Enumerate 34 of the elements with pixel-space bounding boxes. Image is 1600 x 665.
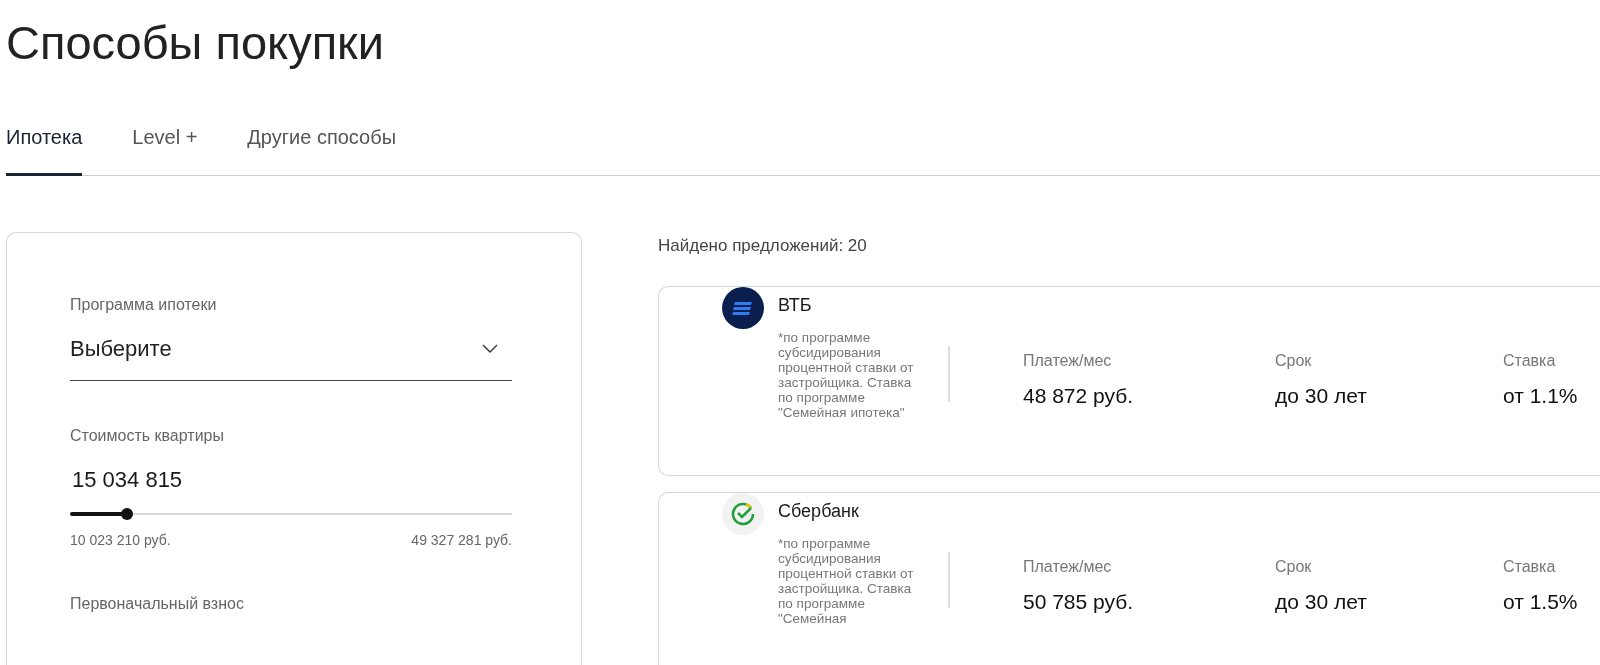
payment-value: 50 785 руб. <box>1023 590 1135 614</box>
offer-note: *по программе субсидирования процентной ставки от застройщика. Ставка по программе "Семейная ипотека" <box>778 330 915 420</box>
tab[interactable]: Другие способы <box>247 126 397 176</box>
max-price: 49 327 281 руб. <box>411 532 512 548</box>
min-price: 10 023 210 руб. <box>70 532 171 548</box>
bank-logo-icon <box>722 493 764 535</box>
term-label: Срок <box>1275 352 1313 370</box>
term-label: Срок <box>1275 558 1313 576</box>
slider-handle[interactable] <box>121 508 134 520</box>
offer-note: *по программе субсидирования процентной ставки от застройщика. Ставка по программе "Семейная <box>778 536 915 626</box>
results-count: Найдено предложений: 20 <box>658 236 868 256</box>
bank-name: Сбербанк <box>778 501 859 522</box>
term-value: до 30 лет <box>1275 384 1368 408</box>
tab[interactable]: Level + <box>132 126 198 176</box>
bank-name: ВТБ <box>778 295 812 316</box>
offer-card[interactable]: ВТБ *по программе субсидирования процентной ставки от застройщика. Ставка по программе "Семейная ипотека" Платеж/мес 48 872 руб. Срок до 30 лет Ставка от 1.1% <box>658 286 1600 476</box>
field-label: Первоначальный взнос <box>70 595 245 613</box>
price-value[interactable]: 15 034 815 <box>70 467 581 493</box>
page-title: Способы покупки <box>5 15 385 71</box>
term-value: до 30 лет <box>1275 590 1368 614</box>
tab[interactable]: Ипотека <box>6 126 83 176</box>
rate-label: Ставка <box>1503 352 1557 370</box>
payment-label: Платеж/мес <box>1023 558 1113 576</box>
payment-label: Платеж/мес <box>1023 352 1113 370</box>
payment-value: 48 872 руб. <box>1023 384 1135 408</box>
field-label: Программа ипотеки <box>70 296 218 314</box>
rate-label: Ставка <box>1503 558 1557 576</box>
offer-card[interactable]: Сбербанк *по программе субсидирования процентной ставки от застройщика. Ставка по программе "Семейная Платеж/мес 50 785 руб. Срок до 30 лет Ставка от 1.5% <box>658 492 1600 665</box>
bank-logo-icon <box>722 287 764 329</box>
rate-value: от 1.1% <box>1503 384 1578 408</box>
chevron-down-icon <box>482 344 498 354</box>
field-label: Стоимость квартиры <box>70 427 225 445</box>
program-select[interactable]: Выберите <box>70 336 512 381</box>
rate-value: от 1.5% <box>1503 590 1578 614</box>
